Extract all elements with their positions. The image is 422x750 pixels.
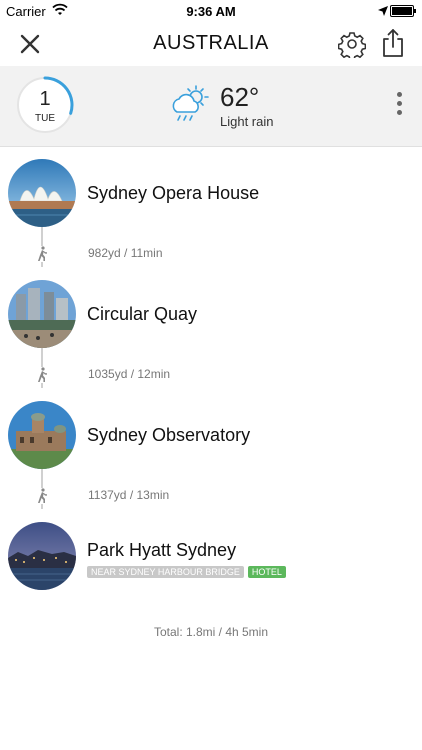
day-selector[interactable]: 1 TUE	[16, 76, 74, 134]
day-summary-bar: 1 TUE 62° Light rain	[0, 66, 422, 147]
leg-distance: 1035yd / 12min	[88, 367, 171, 381]
more-dots-icon	[396, 92, 402, 97]
navigation-bar: AUSTRALIA	[0, 22, 422, 66]
walking-icon	[35, 367, 49, 383]
stop-item[interactable]: Circular Quay	[0, 280, 422, 356]
stop-photo	[8, 522, 76, 590]
stop-name: Circular Quay	[87, 304, 198, 324]
share-icon	[383, 29, 403, 57]
temperature: 62°	[220, 82, 260, 112]
stop-photo	[8, 280, 76, 348]
settings-button[interactable]	[337, 30, 367, 61]
rain-cloud-icon	[168, 84, 212, 124]
stop-name: Sydney Observatory	[87, 425, 251, 445]
day-number: 1	[39, 88, 51, 110]
battery-icon	[390, 5, 416, 17]
status-time: 9:36 AM	[186, 4, 236, 19]
stop-name: Sydney Opera House	[87, 183, 260, 203]
stop-name: Park Hyatt Sydney	[87, 540, 237, 560]
leg-distance: 982yd / 11min	[88, 246, 163, 260]
leg-distance: 1137yd / 13min	[88, 488, 170, 502]
day-weekday: TUE	[35, 113, 55, 124]
walking-icon	[35, 246, 49, 262]
route-total: Total: 1.8mi / 4h 5min	[153, 625, 269, 639]
location-tag: NEAR SYDNEY HARBOUR BRIDGE	[87, 566, 244, 578]
weather-condition: Light rain	[220, 114, 274, 129]
stop-photo	[8, 159, 76, 227]
stop-tags: NEAR SYDNEY HARBOUR BRIDGE HOTEL	[87, 562, 286, 580]
itinerary-timeline: Sydney Opera House 982yd / 11min Circula…	[0, 146, 422, 750]
stop-item[interactable]: Sydney Opera House	[0, 159, 422, 235]
share-button[interactable]	[380, 28, 406, 58]
stop-item[interactable]: Sydney Observatory	[0, 401, 422, 477]
stop-item-hotel[interactable]: Park Hyatt Sydney NEAR SYDNEY HARBOUR BR…	[0, 522, 422, 598]
hotel-badge: HOTEL	[247, 566, 286, 578]
gear-icon	[337, 32, 367, 61]
location-arrow-icon	[378, 4, 388, 19]
walking-icon	[35, 488, 49, 504]
more-options-button[interactable]	[392, 92, 406, 122]
status-bar: Carrier 9:36 AM	[0, 0, 422, 22]
stop-photo	[8, 401, 76, 469]
